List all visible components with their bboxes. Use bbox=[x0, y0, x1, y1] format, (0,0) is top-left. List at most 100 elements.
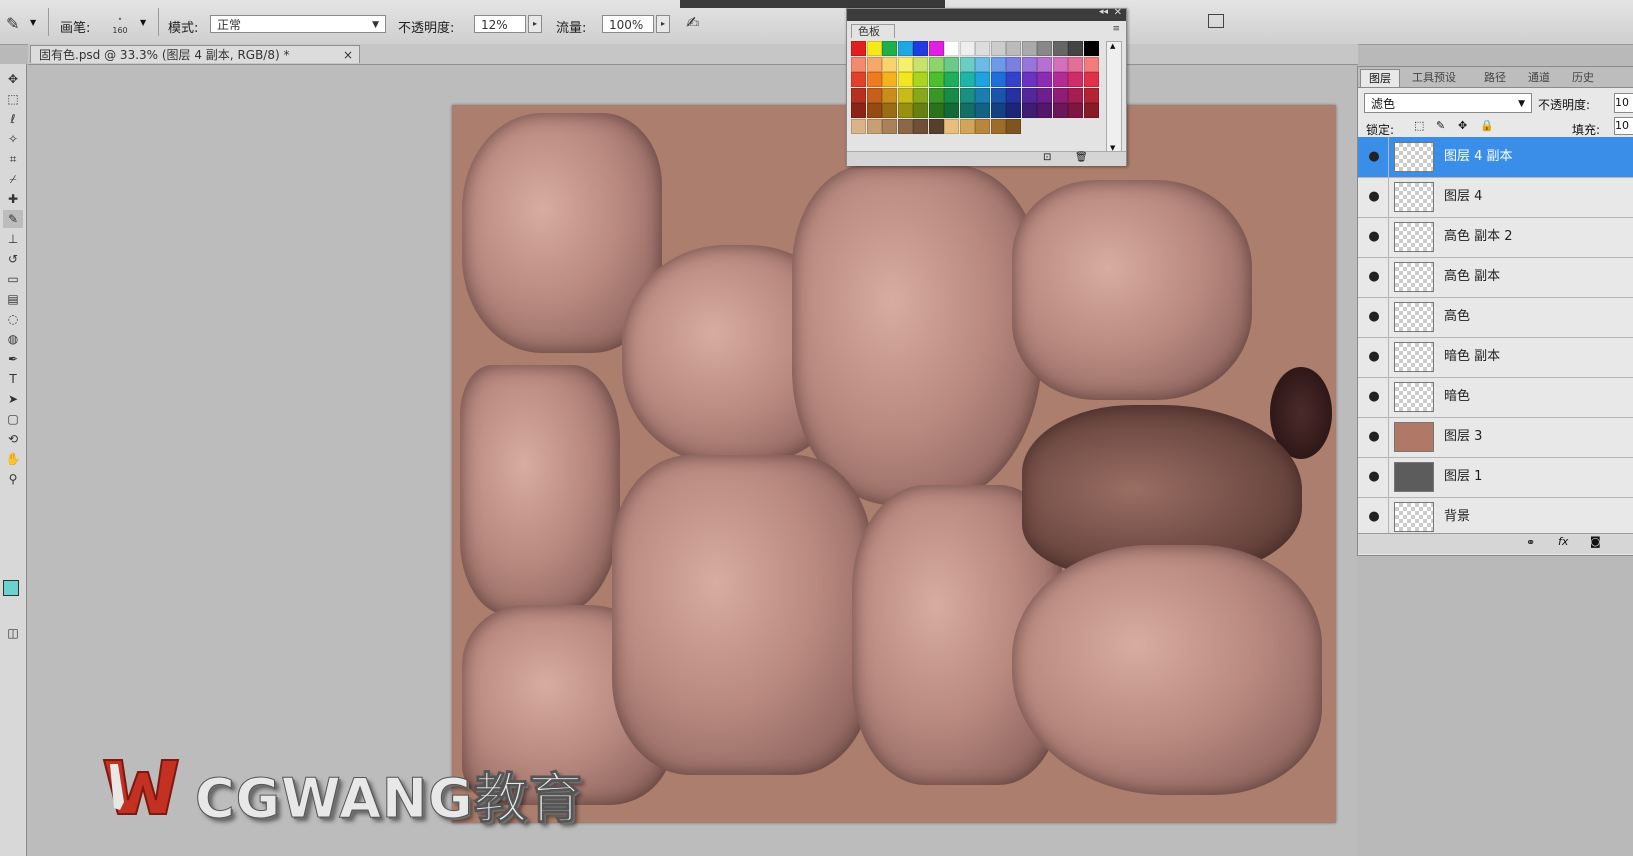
tab-history[interactable]: 历史 bbox=[1564, 69, 1602, 87]
eye-visibility-icon[interactable]: ● bbox=[1360, 217, 1389, 257]
flow-input[interactable]: 100% bbox=[602, 15, 654, 33]
crop-tool-icon[interactable]: ⌗ bbox=[3, 150, 23, 168]
layer-row[interactable]: ● 暗色 副本 bbox=[1358, 337, 1633, 378]
color-swatch[interactable] bbox=[897, 103, 913, 118]
color-swatch[interactable] bbox=[990, 56, 1006, 72]
color-swatch[interactable] bbox=[975, 72, 990, 87]
link-icon[interactable]: ⚭ bbox=[1526, 536, 1535, 549]
collapse-icon[interactable]: ◂◂ bbox=[1099, 7, 1108, 17]
fill-input[interactable]: 10 bbox=[1614, 117, 1633, 135]
color-swatch[interactable] bbox=[897, 87, 913, 103]
color-swatch[interactable] bbox=[990, 87, 1006, 103]
color-swatch[interactable] bbox=[1006, 41, 1021, 56]
path-select-tool-icon[interactable]: ➤ bbox=[3, 390, 23, 408]
layer-row[interactable]: ● 图层 4 bbox=[1358, 177, 1633, 218]
color-swatch[interactable] bbox=[928, 41, 944, 56]
3d-rotate-tool-icon[interactable]: ⟲ bbox=[3, 430, 23, 448]
color-swatch[interactable] bbox=[1052, 87, 1068, 103]
color-swatch[interactable] bbox=[897, 56, 913, 72]
color-swatch[interactable] bbox=[928, 87, 944, 103]
document-tab[interactable]: 固有色.psd @ 33.3% (图层 4 副本, RGB/8) * × bbox=[30, 45, 360, 63]
new-swatch-icon[interactable]: ⊡ bbox=[1043, 152, 1051, 163]
tool-preset-dropdown-icon[interactable]: ▼ bbox=[30, 18, 36, 27]
color-swatch[interactable] bbox=[866, 87, 882, 103]
color-swatch[interactable] bbox=[975, 103, 990, 118]
layer-row[interactable]: ● 高色 副本 2 bbox=[1358, 217, 1633, 258]
color-swatch[interactable] bbox=[1037, 41, 1052, 56]
color-swatch[interactable] bbox=[897, 72, 913, 87]
eye-visibility-icon[interactable]: ● bbox=[1360, 417, 1389, 457]
eye-visibility-icon[interactable]: ● bbox=[1360, 497, 1389, 533]
lock-image-icon[interactable]: ✎ bbox=[1436, 119, 1445, 132]
color-swatch[interactable] bbox=[1083, 56, 1099, 72]
color-swatch[interactable] bbox=[1052, 72, 1068, 87]
color-swatch[interactable] bbox=[1052, 103, 1068, 118]
layer-row[interactable]: ● 高色 bbox=[1358, 297, 1633, 338]
type-tool-icon[interactable]: T bbox=[3, 370, 23, 388]
tab-channels[interactable]: 通道 bbox=[1520, 69, 1558, 87]
eyedropper-tool-icon[interactable]: ⌿ bbox=[3, 170, 23, 188]
pen-tool-icon[interactable]: ✒ bbox=[3, 350, 23, 368]
color-swatch[interactable] bbox=[928, 56, 944, 72]
color-swatch[interactable] bbox=[944, 56, 959, 72]
color-swatch[interactable] bbox=[866, 56, 882, 72]
eye-visibility-icon[interactable]: ● bbox=[1360, 137, 1389, 177]
layer-opacity-input[interactable]: 10 bbox=[1614, 93, 1633, 113]
color-swatch[interactable] bbox=[1006, 72, 1021, 87]
color-swatch[interactable] bbox=[882, 118, 897, 134]
color-swatch[interactable] bbox=[913, 41, 928, 56]
swatches-scrollbar[interactable]: ▲ ▼ bbox=[1106, 41, 1122, 153]
color-swatch[interactable] bbox=[882, 103, 897, 118]
color-swatch[interactable] bbox=[959, 41, 975, 56]
tab-layers[interactable]: 图层 bbox=[1360, 69, 1400, 87]
eye-visibility-icon[interactable]: ● bbox=[1360, 297, 1389, 337]
eye-visibility-icon[interactable]: ● bbox=[1360, 257, 1389, 297]
shape-tool-icon[interactable]: ▢ bbox=[3, 410, 23, 428]
color-swatch[interactable] bbox=[944, 87, 959, 103]
color-swatch[interactable] bbox=[990, 103, 1006, 118]
color-swatch[interactable] bbox=[928, 72, 944, 87]
close-icon[interactable]: ✕ bbox=[1114, 7, 1122, 18]
document-canvas[interactable] bbox=[452, 105, 1336, 823]
layer-row[interactable]: ● 高色 副本 bbox=[1358, 257, 1633, 298]
eye-visibility-icon[interactable]: ● bbox=[1360, 457, 1389, 497]
trash-icon[interactable]: 🗑 bbox=[1075, 152, 1088, 163]
color-swatch[interactable] bbox=[1083, 41, 1099, 56]
color-swatch[interactable] bbox=[1052, 41, 1068, 56]
blend-mode-select[interactable]: 滤色 ▼ bbox=[1364, 93, 1532, 113]
airbrush-icon[interactable]: ✍ bbox=[686, 13, 699, 32]
layer-row[interactable]: ● 暗色 bbox=[1358, 377, 1633, 418]
mode-select[interactable]: 正常 ▼ bbox=[210, 15, 386, 33]
eraser-tool-icon[interactable]: ▭ bbox=[3, 270, 23, 288]
opacity-slider-arrow-icon[interactable]: ▸ bbox=[528, 15, 542, 33]
tablet-pressure-icon[interactable] bbox=[1208, 14, 1224, 28]
color-swatch[interactable] bbox=[944, 118, 959, 134]
swatches-tab[interactable]: 色板 bbox=[851, 24, 895, 38]
color-swatch[interactable] bbox=[975, 56, 990, 72]
eye-visibility-icon[interactable]: ● bbox=[1360, 377, 1389, 417]
marquee-tool-icon[interactable]: ⬚ bbox=[3, 90, 23, 108]
color-swatch[interactable] bbox=[1006, 87, 1021, 103]
color-swatch[interactable] bbox=[897, 41, 913, 56]
color-swatch[interactable] bbox=[1068, 72, 1083, 87]
color-swatch[interactable] bbox=[882, 72, 897, 87]
color-swatch[interactable] bbox=[913, 118, 928, 134]
color-swatch[interactable] bbox=[1006, 56, 1021, 72]
color-swatch[interactable] bbox=[866, 118, 882, 134]
color-swatch[interactable] bbox=[1068, 103, 1083, 118]
color-swatch[interactable] bbox=[1037, 103, 1052, 118]
close-icon[interactable]: × bbox=[343, 46, 353, 64]
color-swatch[interactable] bbox=[959, 87, 975, 103]
lock-transparency-icon[interactable]: ⬚ bbox=[1414, 119, 1424, 132]
scroll-up-icon[interactable]: ▲ bbox=[1110, 42, 1115, 50]
color-swatch[interactable] bbox=[1006, 103, 1021, 118]
color-swatch[interactable] bbox=[1021, 103, 1037, 118]
color-swatch[interactable] bbox=[1083, 103, 1099, 118]
brush-picker-arrow-icon[interactable]: ▼ bbox=[140, 18, 146, 27]
color-swatch[interactable] bbox=[913, 56, 928, 72]
brush-tool-icon[interactable]: ✎ bbox=[6, 14, 19, 33]
panel-menu-icon[interactable]: ≡ bbox=[1112, 24, 1120, 34]
color-swatch[interactable] bbox=[1021, 41, 1037, 56]
color-swatch[interactable] bbox=[1068, 56, 1083, 72]
dodge-tool-icon[interactable]: ◍ bbox=[3, 330, 23, 348]
